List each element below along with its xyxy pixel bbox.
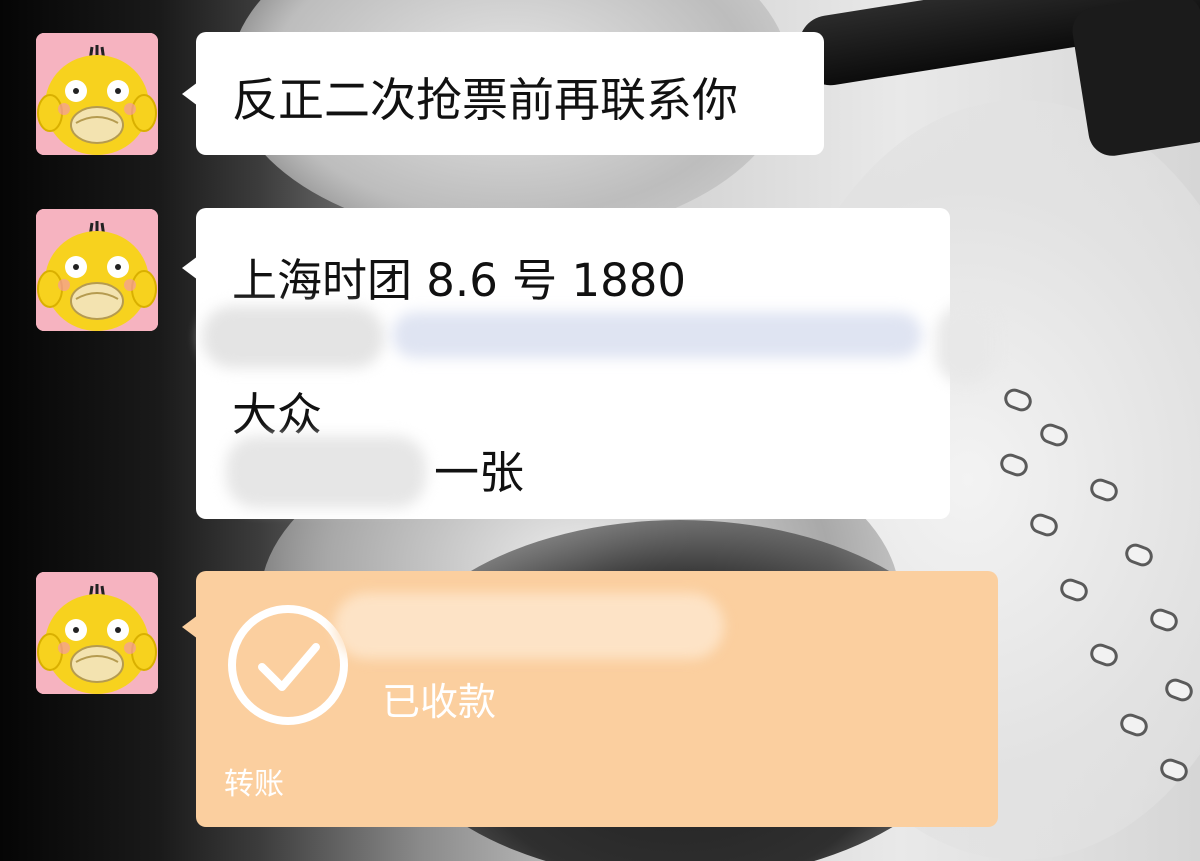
bubble-tail — [182, 256, 198, 280]
message-bubble[interactable]: 上海时团 8.6 号 1880 大众 一张 — [182, 208, 996, 519]
redacted-text — [936, 304, 996, 384]
redacted-amount — [334, 593, 724, 659]
transfer-label: 转账 — [224, 767, 284, 802]
transfer-card[interactable]: 已收款 转账 — [182, 571, 998, 827]
message-bubble[interactable]: 反正二次抢票前再联系你 — [182, 32, 824, 155]
bubble-tail — [182, 82, 198, 106]
message-line: 上海时团 8.6 号 1880 — [232, 254, 686, 307]
redacted-text — [226, 436, 426, 508]
redacted-text — [392, 312, 922, 358]
psyduck-avatar-icon — [36, 209, 158, 331]
transfer-status: 已收款 — [382, 680, 497, 724]
sender-avatar[interactable] — [36, 209, 158, 331]
message-text: 反正二次抢票前再联系你 — [232, 73, 738, 127]
sender-avatar[interactable] — [36, 33, 158, 155]
bubble-tail — [182, 615, 198, 639]
check-circle-icon — [228, 605, 348, 725]
sender-avatar[interactable] — [36, 572, 158, 694]
psyduck-avatar-icon — [36, 33, 158, 155]
message-line: 一张 — [434, 446, 525, 499]
message-line: 大众 — [232, 388, 323, 441]
psyduck-avatar-icon — [36, 572, 158, 694]
redacted-text — [202, 306, 384, 368]
